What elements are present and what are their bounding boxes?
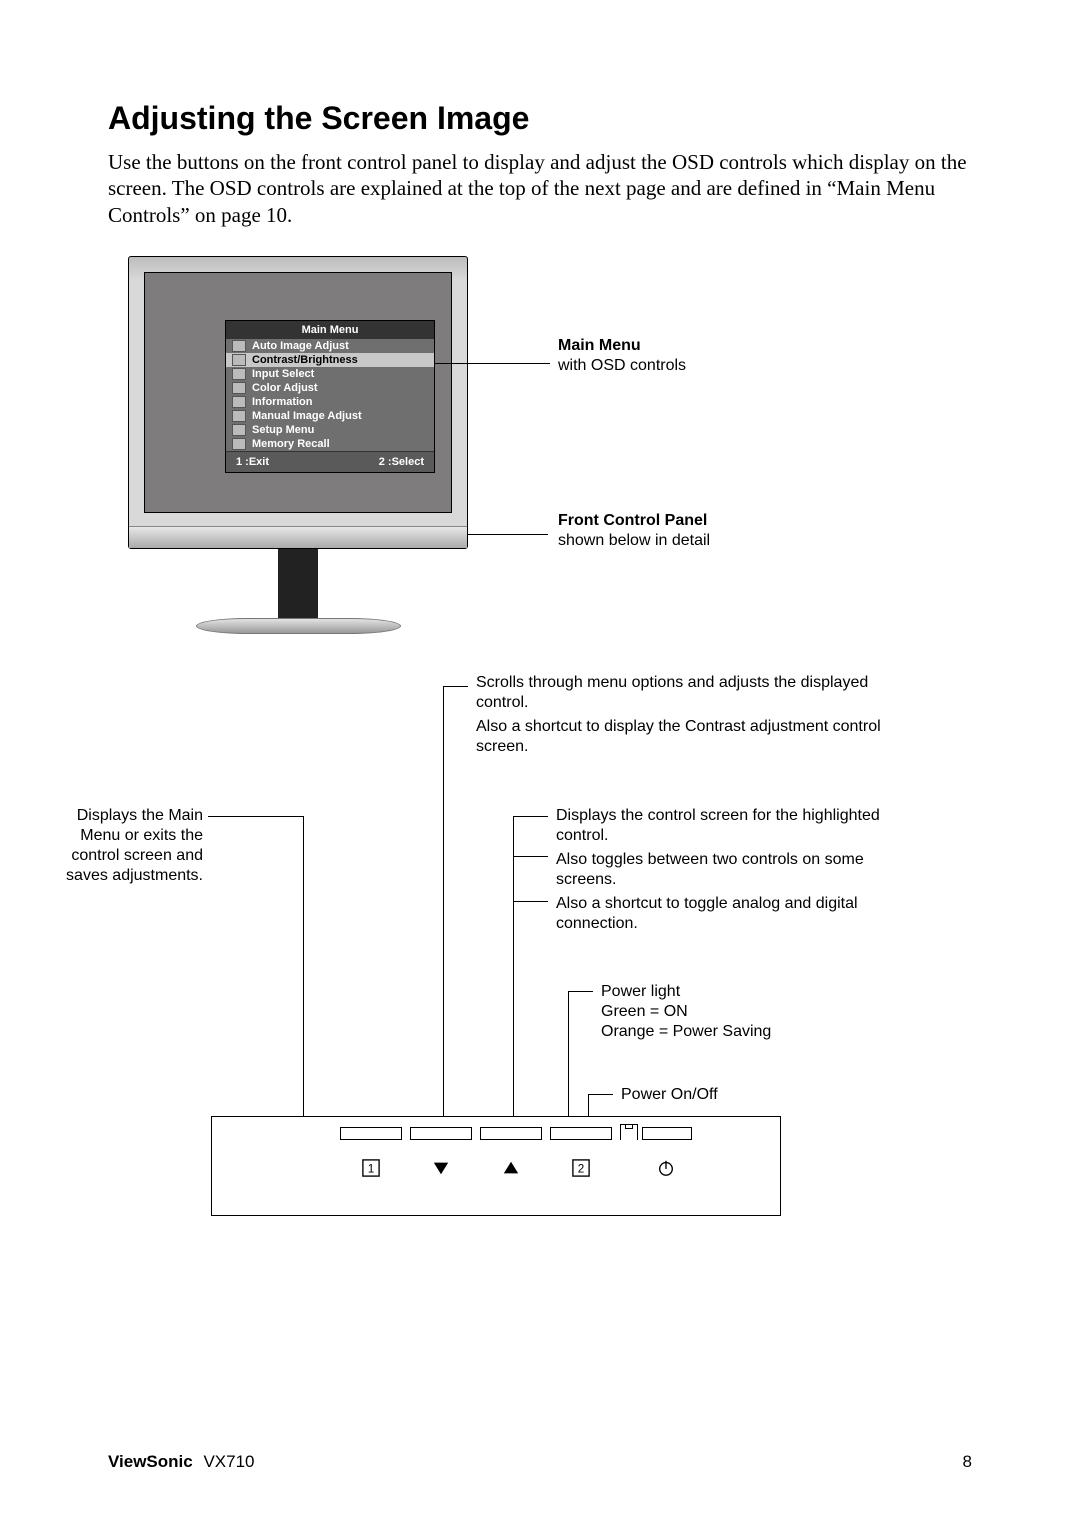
osd-item: Setup Menu (226, 423, 434, 437)
callout-button-two: Displays the control screen for the high… (556, 806, 896, 934)
callout-line (208, 816, 303, 817)
callout-line (443, 686, 444, 1126)
osd-item-label: Setup Menu (252, 424, 314, 436)
callout-text: Displays the Main Menu or exits the cont… (48, 806, 203, 886)
osd-footer: 1 :Exit 2 :Select (226, 451, 434, 472)
triangle-up-icon (502, 1159, 520, 1177)
two-icon: 2 (572, 1159, 590, 1177)
osd-footer-left: 1 :Exit (236, 456, 269, 468)
osd-item: Input Select (226, 367, 434, 381)
osd-footer-right: 2 :Select (379, 456, 424, 468)
osd-item-label: Information (252, 396, 313, 408)
callout-text: Also a shortcut to display the Contrast … (476, 717, 906, 757)
panel-button-up (480, 1127, 542, 1140)
osd-item-label: Input Select (252, 368, 314, 380)
callout-main-menu: Main Menu with OSD controls (558, 336, 686, 376)
callout-line (513, 816, 514, 1126)
svg-text:2: 2 (578, 1162, 585, 1175)
osd-menu: Main Menu Auto Image Adjust Contrast/Bri… (225, 320, 435, 473)
osd-item-label: Memory Recall (252, 438, 330, 450)
osd-icon (232, 368, 246, 380)
page-heading: Adjusting the Screen Image (108, 100, 972, 137)
panel-button-power (642, 1127, 692, 1140)
monitor-neck (278, 549, 318, 624)
page-footer: ViewSonic VX710 8 (108, 1452, 972, 1472)
power-icon (657, 1159, 675, 1177)
footer-model: VX710 (203, 1452, 254, 1471)
callout-text: Green = ON (601, 1002, 771, 1022)
panel-button-2 (550, 1127, 612, 1140)
osd-icon (232, 396, 246, 408)
callout-line (513, 856, 548, 857)
monitor-bezel-bottom (129, 526, 467, 548)
callout-text: Also toggles between two controls on som… (556, 850, 896, 890)
one-icon: 1 (362, 1159, 380, 1177)
callout-line (443, 686, 468, 687)
footer-left: ViewSonic VX710 (108, 1452, 255, 1472)
panel-power-led (620, 1124, 638, 1140)
intro-paragraph: Use the buttons on the front control pan… (108, 149, 972, 228)
osd-icon (232, 438, 246, 450)
callout-line (303, 816, 304, 1126)
callout-button-one: Displays the Main Menu or exits the cont… (48, 806, 203, 886)
osd-item: Manual Image Adjust (226, 409, 434, 423)
control-panel: 1 2 (211, 1116, 781, 1216)
callout-text: Power On/Off (621, 1085, 718, 1105)
osd-icon (232, 424, 246, 436)
osd-icon (232, 410, 246, 422)
osd-icon (232, 354, 246, 366)
callout-sub: with OSD controls (558, 356, 686, 376)
callout-front-panel: Front Control Panel shown below in detai… (558, 511, 710, 551)
callout-line (435, 363, 550, 364)
svg-text:1: 1 (368, 1162, 375, 1175)
osd-item-highlighted: Contrast/Brightness (226, 353, 434, 367)
osd-item-label: Contrast/Brightness (252, 354, 358, 366)
callout-title: Front Control Panel (558, 511, 710, 531)
callout-line (513, 816, 548, 817)
callout-power-light: Power light Green = ON Orange = Power Sa… (601, 982, 771, 1042)
callout-line (513, 901, 548, 902)
callout-title: Main Menu (558, 336, 686, 356)
panel-button-1 (340, 1127, 402, 1140)
panel-button-down (410, 1127, 472, 1140)
footer-brand: ViewSonic (108, 1452, 193, 1471)
callout-text: Scrolls through menu options and adjusts… (476, 673, 906, 713)
callout-up-arrow: Scrolls through menu options and adjusts… (476, 673, 906, 757)
callout-sub: shown below in detail (558, 531, 710, 551)
osd-title: Main Menu (226, 321, 434, 339)
callout-text: Orange = Power Saving (601, 1022, 771, 1042)
osd-item-label: Color Adjust (252, 382, 318, 394)
osd-icon (232, 340, 246, 352)
osd-item: Information (226, 395, 434, 409)
osd-item: Auto Image Adjust (226, 339, 434, 353)
callout-line (588, 1094, 613, 1095)
footer-page-number: 8 (963, 1452, 972, 1472)
monitor-base (196, 618, 401, 634)
osd-item: Color Adjust (226, 381, 434, 395)
callout-line (568, 991, 569, 1121)
osd-item-label: Manual Image Adjust (252, 410, 362, 422)
osd-item: Memory Recall (226, 437, 434, 451)
osd-icon (232, 382, 246, 394)
callout-power-onoff: Power On/Off (621, 1085, 718, 1105)
osd-item-label: Auto Image Adjust (252, 340, 349, 352)
callout-text: Also a shortcut to toggle analog and dig… (556, 894, 896, 934)
callout-line (568, 991, 593, 992)
triangle-down-icon (432, 1159, 450, 1177)
callout-line (468, 534, 548, 535)
callout-text: Power light (601, 982, 771, 1002)
callout-text: Displays the control screen for the high… (556, 806, 896, 846)
figure: Main Menu Auto Image Adjust Contrast/Bri… (108, 256, 968, 1356)
